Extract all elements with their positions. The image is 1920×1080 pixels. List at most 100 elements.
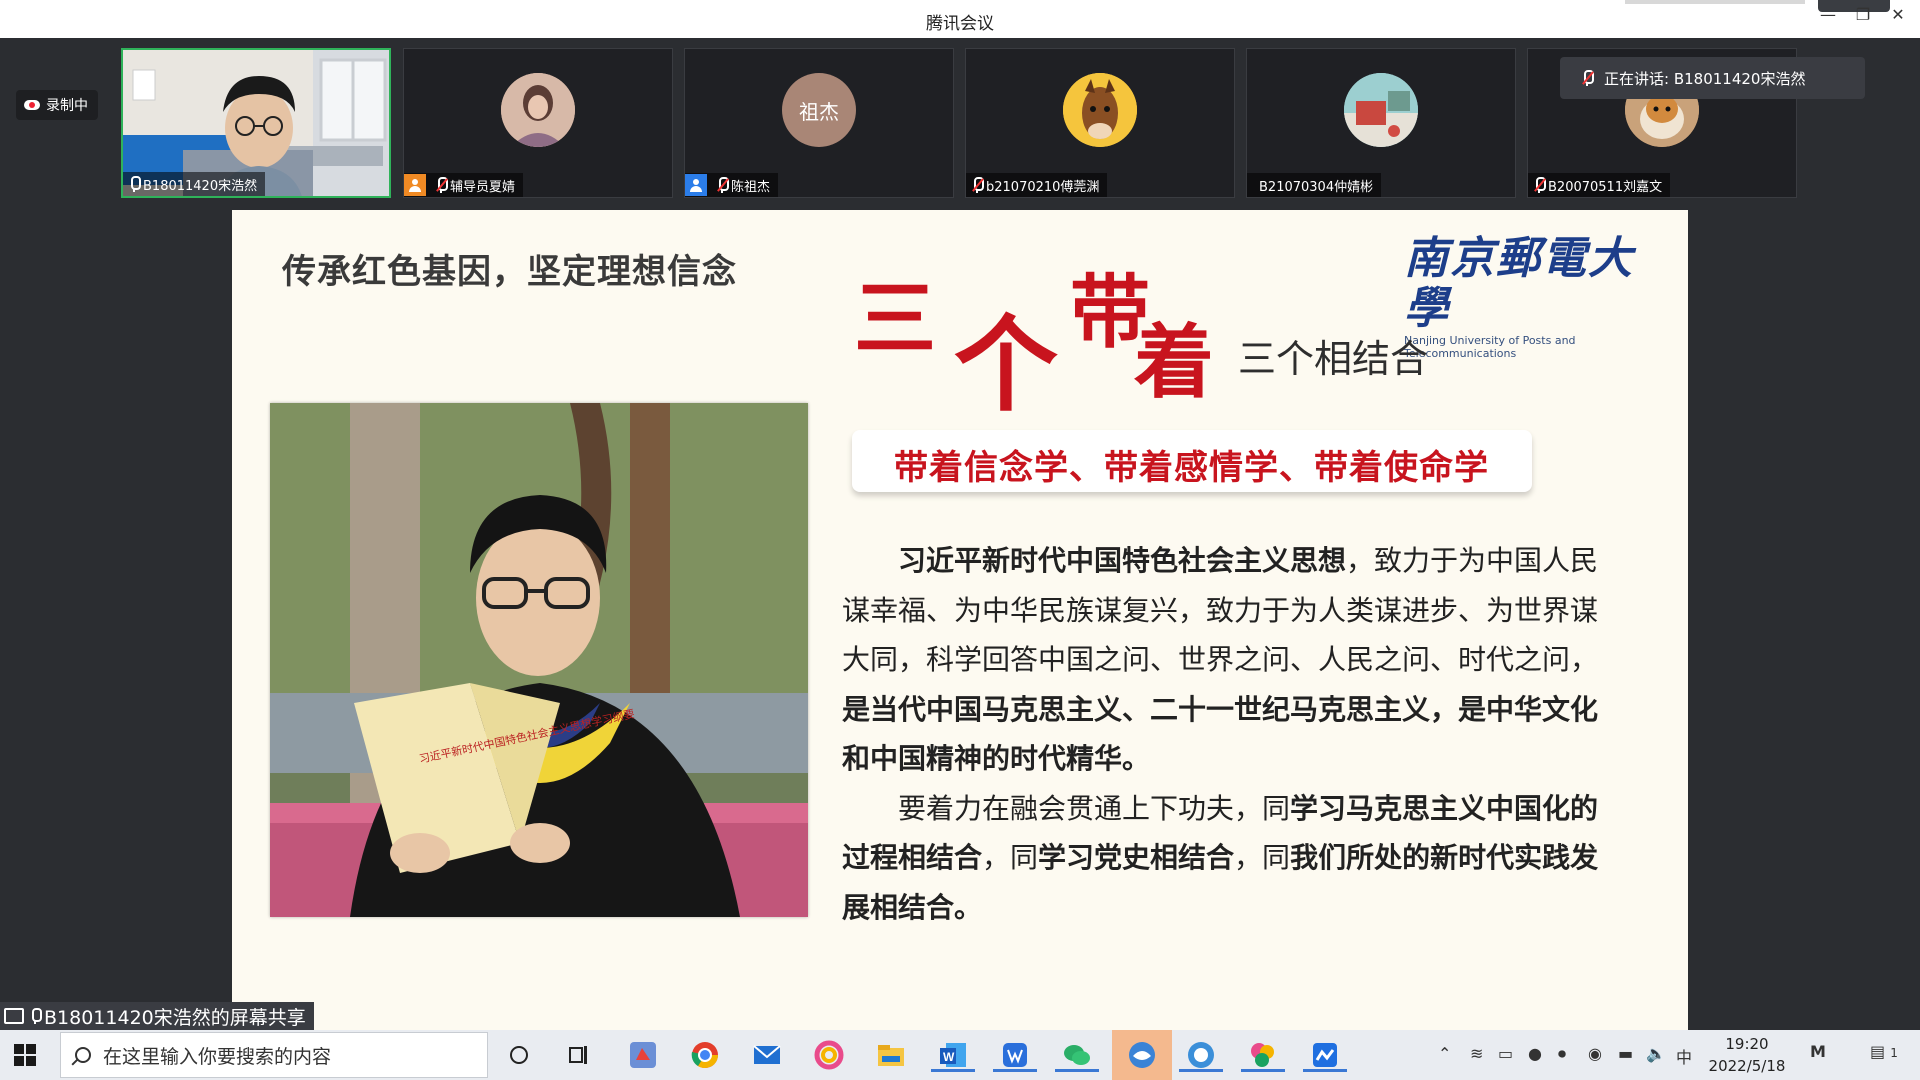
- photos-icon[interactable]: [812, 1038, 846, 1072]
- battery-icon[interactable]: ▭: [1498, 1044, 1513, 1063]
- window-title: 腾讯会议: [926, 14, 994, 34]
- speaking-indicator: 正在讲话: B18011420宋浩然: [1560, 57, 1865, 99]
- participant-name-tag: B21070304仲婧彬: [1247, 173, 1382, 197]
- avatar: [1063, 73, 1137, 147]
- slide-subtitle: 三个相结合: [1238, 337, 1429, 381]
- participant-name: B18011420宋浩然: [143, 178, 258, 194]
- paint-icon[interactable]: [1241, 1038, 1285, 1072]
- app-tray-icon[interactable]: ●: [1528, 1044, 1542, 1063]
- word-icon[interactable]: W: [931, 1038, 975, 1072]
- mic-muted-icon: [972, 177, 984, 193]
- paragraph-2: 要着力在融会贯通上下功夫，同学习马克思主义中国化的过程相结合，同学习党史相结合，…: [842, 784, 1602, 933]
- slide-heading: 传承红色基因，坚定理想信念: [282, 252, 737, 292]
- edge-browser-icon[interactable]: [1179, 1038, 1223, 1072]
- para1-bold-a: 习近平新时代中国特色社会主义思想: [898, 544, 1347, 577]
- paragraph-1: 习近平新时代中国特色社会主义思想，致力于为中国人民谋幸福、为中华民族谋复兴，致力…: [842, 536, 1602, 784]
- participant-name-tag: 辅导员夏婧: [404, 173, 524, 197]
- feishu-icon[interactable]: [1303, 1038, 1347, 1072]
- student-photo: 习近平新时代中国特色社会主义思想学习纲要: [270, 403, 808, 917]
- para2-text-b: ，同: [982, 841, 1039, 874]
- tencent-meeting-app-icon[interactable]: [626, 1038, 660, 1072]
- screen-share-label[interactable]: B18011420宋浩然的屏幕共享: [0, 1002, 314, 1030]
- security-icon[interactable]: ◉: [1588, 1044, 1602, 1063]
- participant-name-tag: b21070210傅莞渊: [966, 173, 1108, 197]
- participant-name: b21070210傅莞渊: [986, 179, 1100, 195]
- close-icon[interactable]: ✕: [1885, 6, 1911, 26]
- presentation-slide: 传承红色基因，坚定理想信念 南京郵電大學 Nanjing University …: [232, 210, 1688, 1030]
- participant-tile-1[interactable]: B18011420宋浩然: [121, 48, 391, 198]
- participant-tile-5[interactable]: B21070304仲婧彬: [1246, 48, 1516, 198]
- chrome-icon[interactable]: [688, 1038, 722, 1072]
- cortana-icon[interactable]: [502, 1038, 536, 1072]
- avatar-text: 祖杰: [799, 99, 839, 124]
- avatar: 祖杰: [782, 73, 856, 147]
- windows-start-icon[interactable]: [14, 1044, 36, 1066]
- cloud-record-icon: [24, 100, 40, 110]
- mic-icon: [129, 176, 141, 192]
- search-placeholder: 在这里输入你要搜索的内容: [103, 1045, 332, 1068]
- host-badge-icon: [404, 174, 426, 196]
- search-icon: [75, 1047, 91, 1063]
- recording-indicator[interactable]: 录制中: [16, 90, 98, 120]
- avatar: [1344, 73, 1418, 147]
- mic-icon: [30, 1008, 42, 1024]
- mic-muted-icon: [717, 177, 729, 193]
- calligraphy-char-1: 三: [854, 271, 937, 367]
- volume-meter: [1625, 0, 1805, 4]
- system-clock[interactable]: 19:20 2022/5/18: [1702, 1033, 1792, 1077]
- body-text: 习近平新时代中国特色社会主义思想，致力于为中国人民谋幸福、为中华民族谋复兴，致力…: [842, 536, 1602, 932]
- clock-time: 19:20: [1725, 1035, 1769, 1053]
- participant-name-tag: B20070511刘嘉文: [1528, 173, 1671, 197]
- para1-bold-b: 是当代中国马克思主义、二十一世纪马克思主义，是中华文化和中国精神的时代精华。: [842, 692, 1599, 776]
- mail-icon[interactable]: [750, 1038, 784, 1072]
- participant-tile-2[interactable]: 辅导员夏婧: [403, 48, 673, 198]
- participant-name: B20070511刘嘉文: [1548, 179, 1663, 195]
- window-titlebar: 腾讯会议 — ❐ ✕: [0, 0, 1920, 38]
- ribbon-banner: 带着信念学、带着感情学、带着使命学: [852, 430, 1532, 492]
- minimize-icon[interactable]: —: [1815, 6, 1841, 26]
- wechat-icon[interactable]: [1055, 1038, 1099, 1072]
- taskbar-search-box[interactable]: 在这里输入你要搜索的内容: [60, 1032, 488, 1078]
- para2-text-c: ，同: [1234, 841, 1291, 874]
- maximize-icon[interactable]: ❐: [1850, 6, 1876, 26]
- participant-name-tag: B18011420宋浩然: [123, 172, 266, 196]
- participant-tile-3[interactable]: 祖杰 陈祖杰: [684, 48, 954, 198]
- windows-taskbar: 在这里输入你要搜索的内容 W ⌃ ≋ ▭ ● ⏺ ◉ ▬ 🔈 中 19:20 2…: [0, 1030, 1920, 1080]
- participant-tile-4[interactable]: b21070210傅莞渊: [965, 48, 1235, 198]
- calligraphy-char-4: 着: [1134, 315, 1214, 409]
- para2-text-a: 要着力在融会贯通上下功夫，同: [898, 791, 1291, 825]
- notification-count: 1: [1890, 1046, 1898, 1060]
- file-explorer-icon[interactable]: [874, 1038, 908, 1072]
- cohost-badge-icon: [685, 174, 707, 196]
- clock-date: 2022/5/18: [1708, 1057, 1786, 1075]
- microphone-tray-icon[interactable]: ⏺: [1558, 1044, 1566, 1064]
- para2-bold-b: 学习党史相结合: [1038, 841, 1235, 874]
- avatar: [501, 73, 575, 147]
- participant-name: 陈祖杰: [731, 179, 771, 195]
- power-icon[interactable]: ▬: [1618, 1044, 1633, 1063]
- ime-indicator[interactable]: 中: [1676, 1044, 1692, 1068]
- logo-chinese-text: 南京郵電大學: [1404, 233, 1634, 334]
- ribbon-text: 带着信念学、带着感情学、带着使命学: [894, 448, 1489, 488]
- wps-icon[interactable]: [993, 1038, 1037, 1072]
- logo-english-text: Nanjing University of Posts and Telecomm…: [1404, 334, 1576, 360]
- mic-muted-icon: [1534, 177, 1546, 193]
- mic-muted-icon: [1582, 70, 1594, 86]
- show-hidden-icons-icon[interactable]: ⌃: [1438, 1044, 1451, 1063]
- participant-name: B21070304仲婧彬: [1259, 179, 1374, 195]
- wifi-icon[interactable]: ≋: [1470, 1044, 1483, 1063]
- video-strip: 录制中 B18011420宋浩然 辅导员夏婧 祖杰 陈祖杰 b21070210傅…: [0, 38, 1920, 210]
- participant-name: 辅导员夏婧: [450, 179, 516, 195]
- recording-label: 录制中: [46, 98, 88, 114]
- screen-share-icon: [4, 1008, 24, 1024]
- svg-text:W: W: [943, 1050, 955, 1064]
- calligraphy-char-2: 个: [954, 303, 1059, 426]
- notification-center-icon[interactable]: ▤ 1: [1870, 1042, 1898, 1061]
- mic-muted-icon: [436, 177, 448, 193]
- university-logo: 南京郵電大學 Nanjing University of Posts and T…: [1404, 233, 1674, 361]
- tencent-meeting-active-icon[interactable]: [1112, 1030, 1172, 1080]
- ime-mode-icon[interactable]: M: [1810, 1042, 1826, 1061]
- volume-icon[interactable]: 🔈: [1646, 1044, 1666, 1063]
- task-view-icon[interactable]: [562, 1038, 596, 1072]
- speaking-label: 正在讲话: B18011420宋浩然: [1604, 69, 1806, 88]
